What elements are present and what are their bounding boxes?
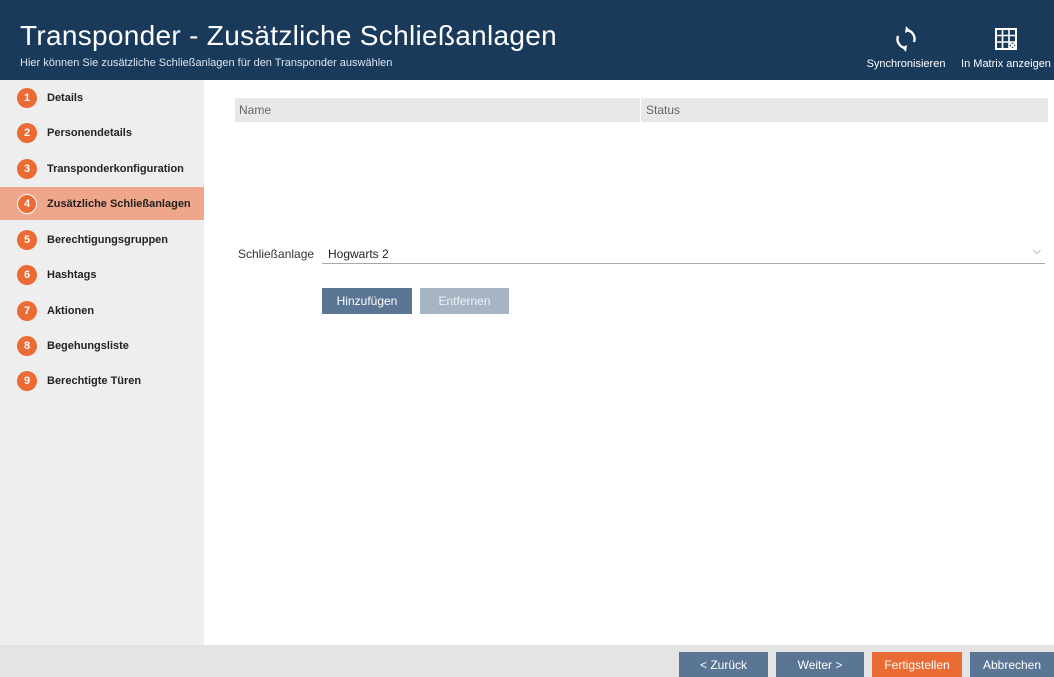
step-details[interactable]: 1 Details <box>0 81 204 114</box>
step-number-badge: 6 <box>17 264 37 285</box>
step-label: Berechtigte Türen <box>47 374 142 387</box>
matrix-icon <box>958 24 1054 54</box>
locking-system-select[interactable]: Hogwarts 2 ⌵ <box>322 242 1045 264</box>
step-number-badge: 3 <box>17 158 37 179</box>
step-number-badge: 1 <box>17 87 37 108</box>
step-authorized-doors[interactable]: 9 Berechtigte Türen <box>0 364 204 397</box>
step-label: Aktionen <box>47 304 95 317</box>
page-title: Transponder - Zusätzliche Schließanlagen <box>20 20 558 51</box>
step-number-badge: 4 <box>17 193 37 214</box>
step-label: Personendetails <box>47 126 132 139</box>
locking-systems-table-header: Name Status <box>235 98 1048 122</box>
add-button[interactable]: Hinzufügen <box>322 288 412 314</box>
step-inspection-list[interactable]: 8 Begehungsliste <box>0 329 204 362</box>
show-in-matrix-label: In Matrix anzeigen <box>961 58 1051 70</box>
locking-system-value: Hogwarts 2 <box>328 247 389 261</box>
step-personal-details[interactable]: 2 Personendetails <box>0 116 204 149</box>
step-label: Transponderkonfiguration <box>47 162 184 175</box>
synchronize-label: Synchronisieren <box>866 58 946 70</box>
step-number-badge: 8 <box>17 335 37 356</box>
app-header: Transponder - Zusätzliche Schließanlagen… <box>0 0 1054 80</box>
finish-button[interactable]: Fertigstellen <box>872 652 962 677</box>
step-hashtags[interactable]: 6 Hashtags <box>0 258 204 291</box>
step-label: Hashtags <box>47 268 97 281</box>
cancel-button[interactable]: Abbrechen <box>970 652 1054 677</box>
step-transponder-configuration[interactable]: 3 Transponderkonfiguration <box>0 152 204 185</box>
synchronize-button[interactable]: Synchronisieren <box>858 24 954 76</box>
wizard-steps-sidebar: 1 Details 2 Personendetails 3 Transponde… <box>0 80 213 645</box>
step-number-badge: 2 <box>17 122 37 143</box>
step-label: Zusätzliche Schließanlagen <box>47 197 191 210</box>
show-in-matrix-button[interactable]: In Matrix anzeigen <box>958 24 1054 76</box>
wizard-footer: < Zurück Weiter > Fertigstellen Abbreche… <box>0 645 1054 677</box>
column-header-status[interactable]: Status <box>640 98 680 122</box>
step-number-badge: 9 <box>17 370 37 391</box>
chevron-down-icon: ⌵ <box>1032 245 1041 257</box>
main-content: Name Status Schließanlage Hogwarts 2 ⌵ H… <box>204 80 1054 645</box>
step-label: Berechtigungsgruppen <box>47 233 169 246</box>
locking-system-label: Schließanlage <box>238 247 315 261</box>
back-button[interactable]: < Zurück <box>679 652 768 677</box>
step-actions[interactable]: 7 Aktionen <box>0 294 204 327</box>
sync-icon <box>858 24 954 54</box>
step-number-badge: 7 <box>17 300 37 321</box>
step-additional-locking-systems[interactable]: 4 Zusätzliche Schließanlagen <box>0 187 213 220</box>
step-label: Details <box>47 91 84 104</box>
next-button[interactable]: Weiter > <box>776 652 864 677</box>
remove-button[interactable]: Entfernen <box>420 288 509 314</box>
step-label: Begehungsliste <box>47 339 129 352</box>
page-subtitle: Hier können Sie zusätzliche Schließanlag… <box>20 57 393 69</box>
step-authorization-groups[interactable]: 5 Berechtigungsgruppen <box>0 223 204 256</box>
step-number-badge: 5 <box>17 229 37 250</box>
column-header-name[interactable]: Name <box>239 103 271 117</box>
